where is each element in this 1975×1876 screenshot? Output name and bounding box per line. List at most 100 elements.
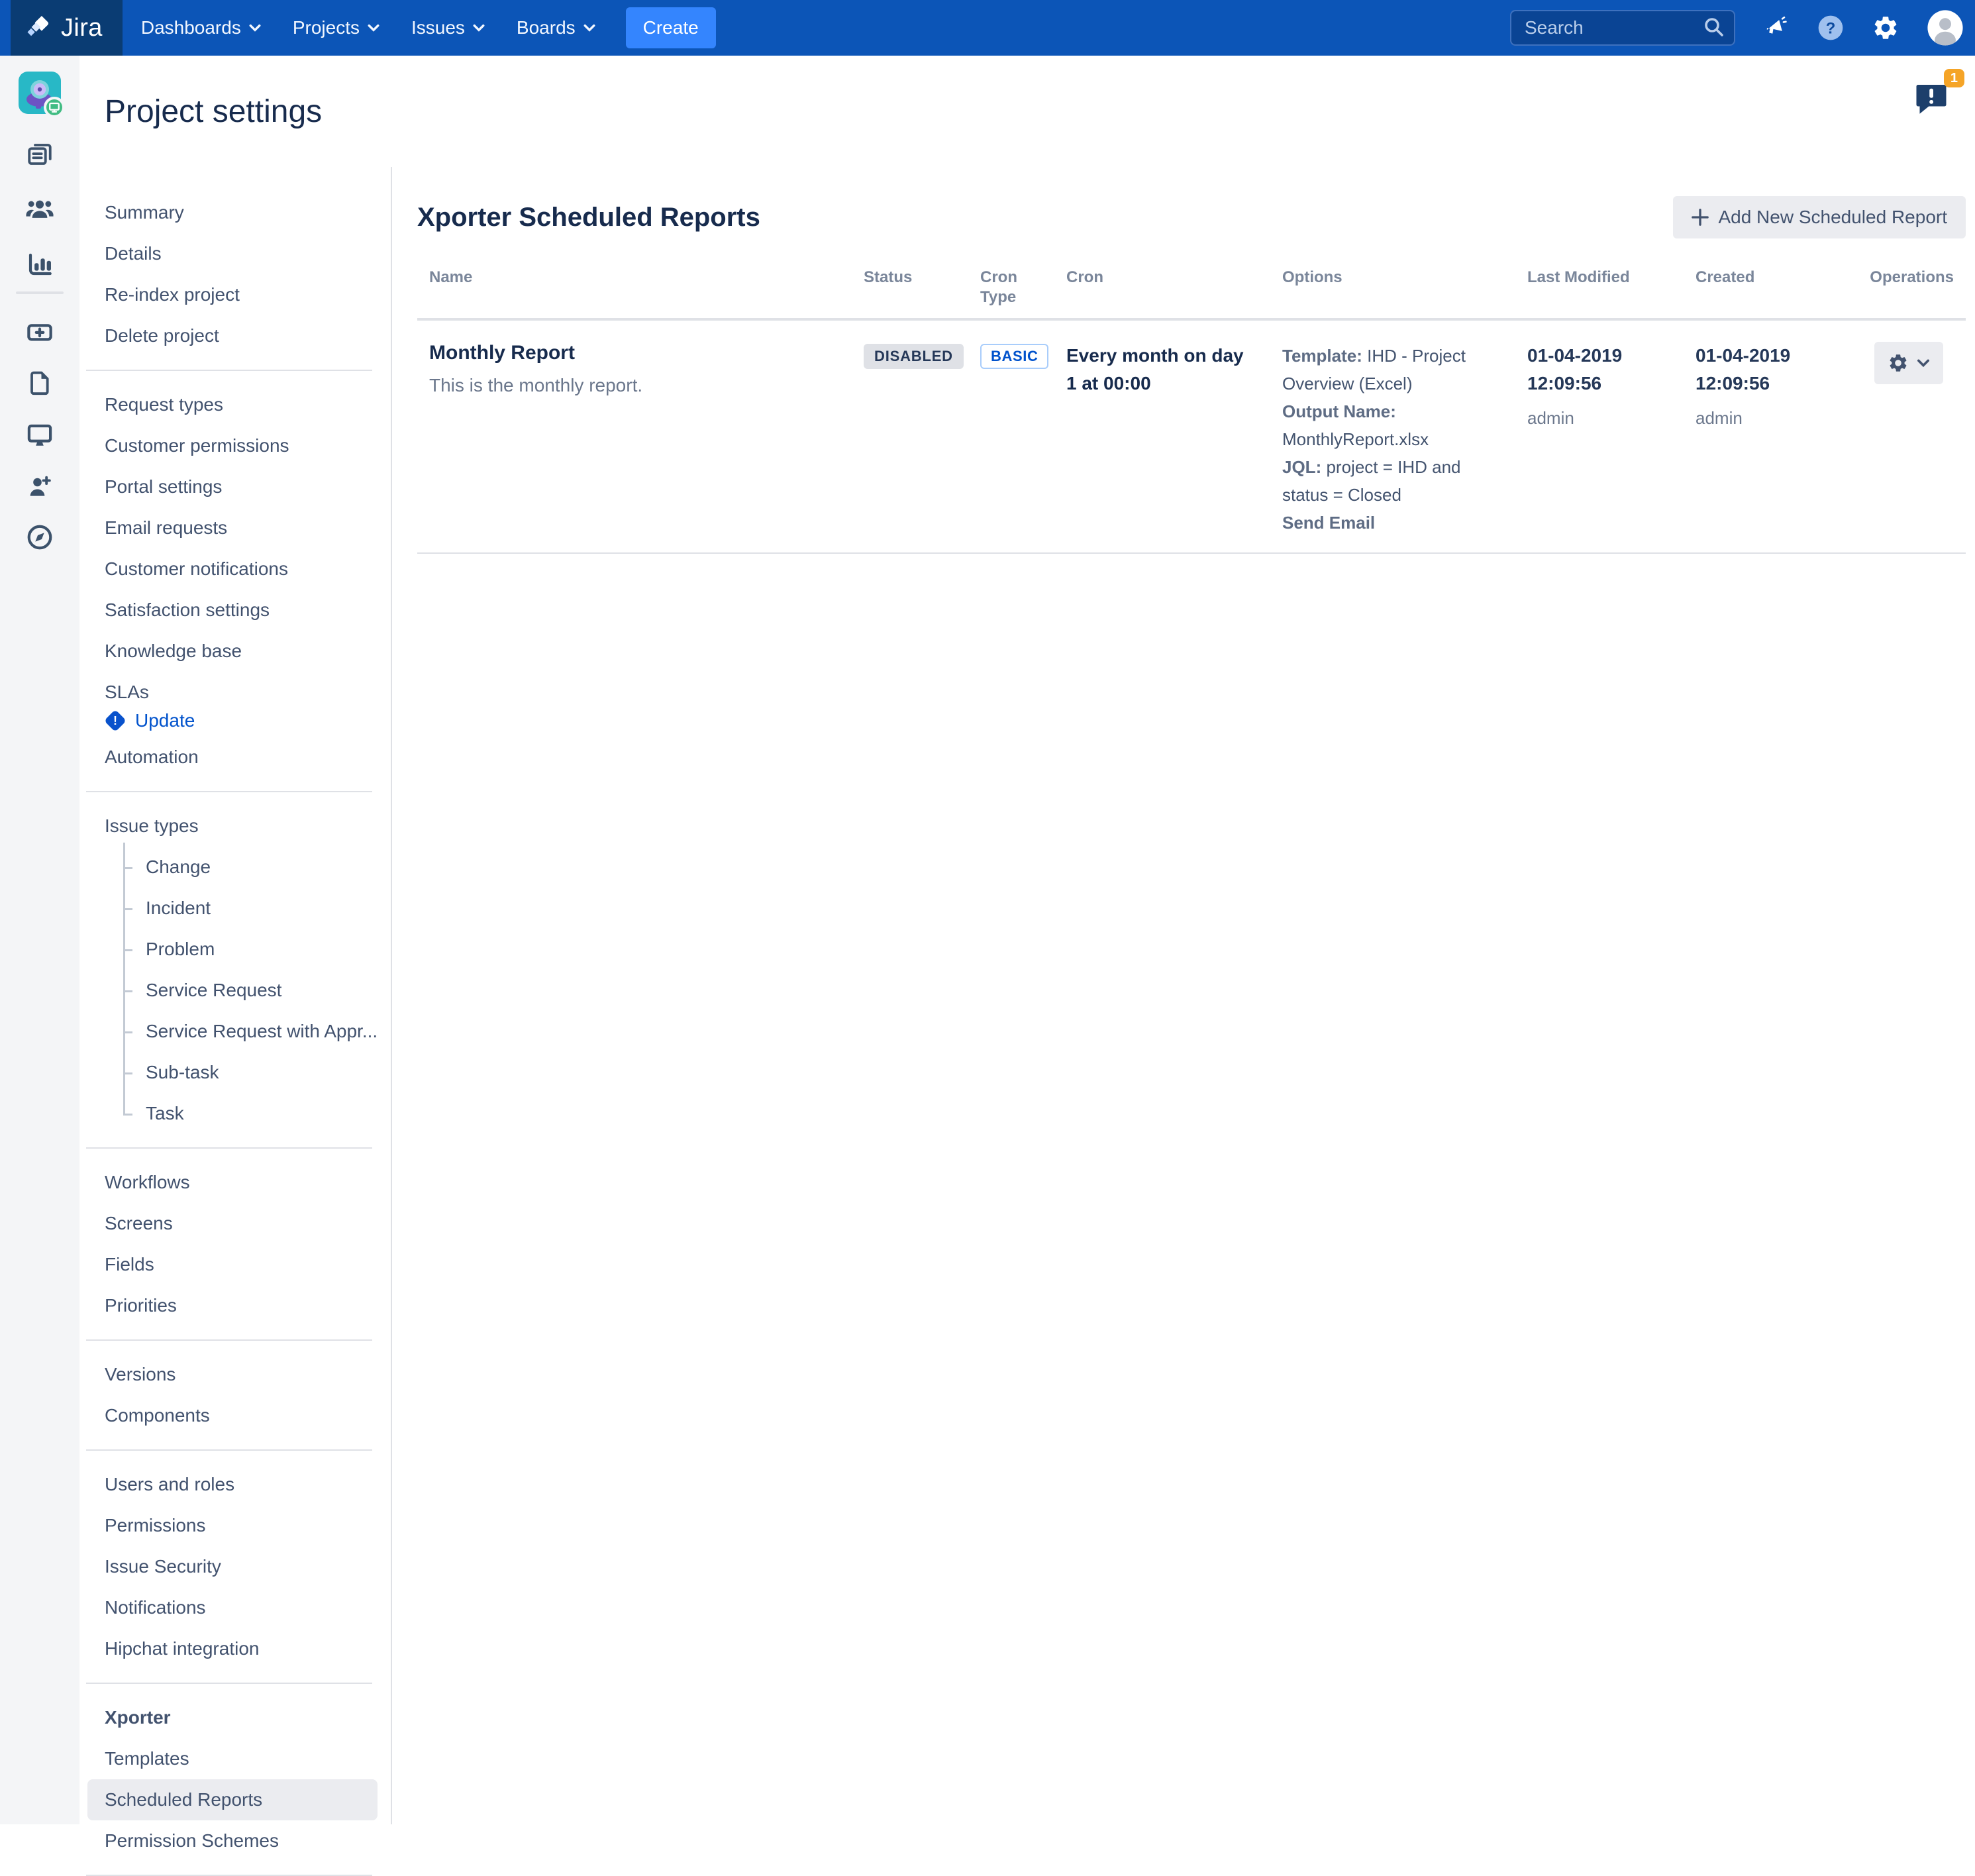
settings-gear-icon[interactable] — [1872, 14, 1899, 42]
nav-projects[interactable]: Projects — [277, 0, 395, 56]
sidebar-item-scheduled-reports[interactable]: Scheduled Reports — [87, 1779, 378, 1820]
queues-icon[interactable] — [26, 140, 54, 168]
report-last-modified-cell: 01-04-2019 12:09:56 admin — [1515, 321, 1684, 554]
sidebar-item-permission-schemes[interactable]: Permission Schemes — [79, 1820, 391, 1861]
sidebar-item-delete-project[interactable]: Delete project — [79, 315, 391, 356]
sidebar-item-email-requests[interactable]: Email requests — [79, 507, 391, 548]
gear-icon — [1888, 352, 1909, 374]
scheduled-reports-table: Name Status Cron Type Cron Options Last … — [417, 257, 1966, 554]
report-options-cell: Template: IHD - Project Overview (Excel)… — [1270, 321, 1515, 554]
reports-icon[interactable] — [26, 250, 54, 278]
report-cron-type-cell: BASIC — [968, 321, 1054, 554]
report-status-cell: DISABLED — [852, 321, 968, 554]
svg-text:?: ? — [1826, 19, 1836, 37]
column-header-status: Status — [852, 257, 968, 321]
main-panel: Xporter Scheduled Reports Add New Schedu… — [392, 167, 1975, 1824]
project-settings-nav: Summary Details Re-index project Delete … — [79, 167, 392, 1824]
sidebar-update-row[interactable]: ! Update — [79, 706, 391, 737]
feedback-bubble-icon[interactable]: 1 — [1911, 78, 1956, 123]
column-header-last-modified: Last Modified — [1515, 257, 1684, 321]
column-header-cron: Cron — [1054, 257, 1270, 321]
nav-issues[interactable]: Issues — [395, 0, 501, 56]
sidebar-item-service-request[interactable]: Service Request — [79, 970, 391, 1011]
sidebar-item-components[interactable]: Components — [79, 1395, 391, 1436]
knowledge-article-icon[interactable] — [26, 370, 53, 396]
navbar-links: Dashboards Projects Issues Boards — [125, 0, 611, 56]
output-name-value: MonthlyReport.xlsx — [1282, 429, 1429, 449]
jira-logo-text: Jira — [61, 14, 103, 42]
jira-logo[interactable]: Jira — [11, 0, 123, 56]
sidebar-item-slas[interactable]: SLAs — [79, 672, 391, 706]
sidebar-item-issue-security[interactable]: Issue Security — [79, 1546, 391, 1587]
nav-dashboards[interactable]: Dashboards — [125, 0, 277, 56]
sidebar-heading-xporter: Xporter — [79, 1697, 391, 1738]
sidebar-item-workflows[interactable]: Workflows — [79, 1162, 391, 1203]
cron-type-badge: BASIC — [980, 344, 1048, 369]
nav-boards[interactable]: Boards — [501, 0, 611, 56]
rail-divider — [16, 291, 64, 294]
sidebar-divider — [86, 1683, 372, 1684]
sidebar-item-priorities[interactable]: Priorities — [79, 1285, 391, 1326]
sidebar-item-screens[interactable]: Screens — [79, 1203, 391, 1244]
create-button[interactable]: Create — [626, 7, 716, 48]
sidebar-item-hipchat-integration[interactable]: Hipchat integration — [79, 1628, 391, 1669]
sidebar-item-incident[interactable]: Incident — [79, 888, 391, 929]
sidebar-item-change[interactable]: Change — [79, 847, 391, 888]
sidebar-item-summary[interactable]: Summary — [79, 192, 391, 233]
update-warning-icon: ! — [104, 709, 127, 732]
last-modified-datetime: 01-04-2019 12:09:56 — [1527, 342, 1672, 397]
discover-icon[interactable] — [26, 523, 54, 551]
sidebar-item-fields[interactable]: Fields — [79, 1244, 391, 1285]
sidebar-item-request-types[interactable]: Request types — [79, 384, 391, 425]
page-section-title: Xporter Scheduled Reports — [417, 203, 760, 233]
sidebar-item-automation[interactable]: Automation — [79, 737, 391, 778]
report-name-cell: Monthly Report This is the monthly repor… — [417, 321, 852, 554]
top-navbar: Jira Dashboards Projects Issues Boards C… — [0, 0, 1975, 56]
sidebar-item-notifications[interactable]: Notifications — [79, 1587, 391, 1628]
sidebar-item-issue-types[interactable]: Issue types — [79, 806, 391, 847]
invite-team-icon[interactable] — [26, 473, 54, 501]
report-created-cell: 01-04-2019 12:09:56 admin — [1684, 321, 1852, 554]
customer-portal-icon[interactable] — [26, 421, 54, 449]
sidebar-item-reindex-project[interactable]: Re-index project — [79, 274, 391, 315]
sidebar-item-users-and-roles[interactable]: Users and roles — [79, 1464, 391, 1505]
sidebar-item-permissions[interactable]: Permissions — [79, 1505, 391, 1546]
sidebar-item-customer-notifications[interactable]: Customer notifications — [79, 548, 391, 590]
project-type-badge-icon — [44, 97, 65, 118]
column-header-cron-type: Cron Type — [968, 257, 1054, 321]
sidebar-item-details[interactable]: Details — [79, 233, 391, 274]
sidebar-item-satisfaction-settings[interactable]: Satisfaction settings — [79, 590, 391, 631]
sidebar-item-portal-settings[interactable]: Portal settings — [79, 466, 391, 507]
help-icon[interactable]: ? — [1816, 13, 1845, 42]
sidebar-item-templates[interactable]: Templates — [79, 1738, 391, 1779]
sidebar-item-problem[interactable]: Problem — [79, 929, 391, 970]
update-link[interactable]: Update — [135, 710, 195, 731]
nav-boards-label: Boards — [517, 17, 576, 38]
user-avatar[interactable] — [1926, 9, 1964, 47]
sidebar-item-knowledge-base[interactable]: Knowledge base — [79, 631, 391, 672]
plus-icon — [1692, 209, 1709, 226]
chevron-down-icon — [368, 24, 380, 32]
sidebar-item-sub-task[interactable]: Sub-task — [79, 1052, 391, 1093]
send-email-label: Send Email — [1282, 513, 1375, 533]
sidebar-item-task[interactable]: Task — [79, 1093, 391, 1134]
add-new-scheduled-report-button[interactable]: Add New Scheduled Report — [1673, 196, 1966, 238]
search-input[interactable] — [1510, 10, 1735, 46]
page-header: Project settings 1 — [79, 56, 1975, 167]
sidebar-item-versions[interactable]: Versions — [79, 1354, 391, 1395]
search-field — [1510, 10, 1735, 46]
announcement-icon[interactable] — [1762, 14, 1790, 42]
column-header-operations: Operations — [1852, 257, 1966, 321]
output-name-label: Output Name: — [1282, 401, 1396, 421]
nav-projects-label: Projects — [293, 17, 360, 38]
sidebar-item-service-request-approvals[interactable]: Service Request with Appr... — [79, 1011, 391, 1052]
search-icon[interactable] — [1703, 17, 1725, 38]
last-modified-user: admin — [1527, 408, 1672, 429]
raise-request-icon[interactable] — [26, 318, 54, 346]
sidebar-item-customer-permissions[interactable]: Customer permissions — [79, 425, 391, 466]
operations-menu-button[interactable] — [1874, 342, 1943, 384]
notification-badge: 1 — [1944, 69, 1964, 87]
project-avatar[interactable] — [19, 72, 61, 114]
created-user: admin — [1696, 408, 1840, 429]
customers-icon[interactable] — [25, 195, 54, 224]
